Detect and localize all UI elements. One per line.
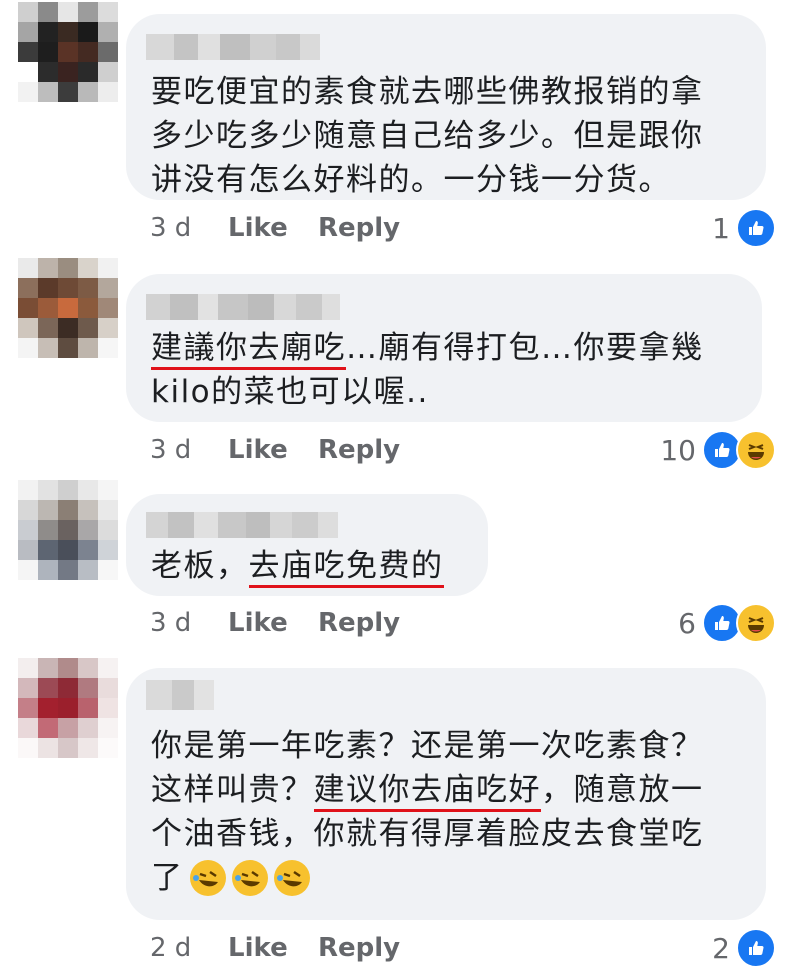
like-icon [736, 208, 776, 248]
rofl-emoji [273, 860, 310, 896]
like-button[interactable]: Like [228, 213, 318, 243]
haha-icon [736, 603, 776, 643]
reaction-count: 6 [678, 606, 696, 640]
reply-button[interactable]: Reply [318, 608, 400, 638]
comment-actions: 2 d Like Reply [150, 931, 400, 965]
like-button[interactable]: Like [228, 933, 318, 963]
reply-button[interactable]: Reply [318, 435, 400, 465]
reaction-summary[interactable]: 6 [678, 603, 776, 643]
blurred-author-name[interactable] [146, 294, 340, 320]
comment-text: 要吃便宜的素食就去哪些佛教报销的拿 多少吃多少随意自己给多少。但是跟你 讲没有怎… [151, 74, 704, 198]
reaction-summary[interactable]: 2 [712, 928, 776, 968]
like-button[interactable]: Like [228, 435, 318, 465]
rofl-emoji [231, 860, 268, 896]
comment-bubble: 老板，去庙吃免费的 [126, 494, 488, 596]
blurred-author-name[interactable] [146, 680, 214, 710]
reaction-count: 10 [660, 433, 696, 467]
underlined-phrase: 建議你去廟吃 [151, 330, 346, 370]
reaction-count: 2 [712, 931, 730, 965]
rofl-emoji [189, 860, 226, 896]
comment-timestamp[interactable]: 2 d [150, 933, 228, 963]
comment-actions: 3 d Like Reply [150, 433, 400, 467]
like-button[interactable]: Like [228, 608, 318, 638]
comment-timestamp[interactable]: 3 d [150, 213, 228, 243]
comment-bubble: 你是第一年吃素？还是第一次吃素食？ 这样叫贵？建议你去庙吃好，随意放一 个油香钱… [126, 668, 766, 920]
reaction-summary[interactable]: 10 [660, 430, 776, 470]
blurred-author-name[interactable] [146, 512, 338, 538]
reply-button[interactable]: Reply [318, 933, 400, 963]
underlined-phrase: 建议你去庙吃好 [313, 772, 541, 812]
reaction-summary[interactable]: 1 [712, 208, 776, 248]
comment-actions: 3 d Like Reply [150, 606, 400, 640]
haha-icon [736, 430, 776, 470]
comment-timestamp[interactable]: 3 d [150, 608, 228, 638]
comment-bubble: 建議你去廟吃…廟有得打包…你要拿幾 kilo的菜也可以喔.. [126, 274, 762, 422]
underlined-phrase: 去庙吃免费的 [248, 548, 444, 588]
comment-text: 你是第一年吃素？还是第一次吃素食？ 这样叫贵？建议你去庙吃好，随意放一 个油香钱… [151, 728, 704, 896]
comment-text: 老板，去庙吃免费的 [151, 544, 444, 588]
comment-timestamp[interactable]: 3 d [150, 435, 228, 465]
reply-button[interactable]: Reply [318, 213, 400, 243]
comment-text: 建議你去廟吃…廟有得打包…你要拿幾 kilo的菜也可以喔.. [151, 330, 704, 410]
comment-bubble: 要吃便宜的素食就去哪些佛教报销的拿 多少吃多少随意自己给多少。但是跟你 讲没有怎… [126, 14, 766, 200]
avatar[interactable] [18, 480, 118, 580]
avatar[interactable] [18, 658, 118, 758]
comment-actions: 3 d Like Reply [150, 211, 400, 245]
blurred-author-name[interactable] [146, 34, 320, 60]
reaction-count: 1 [712, 211, 730, 245]
like-icon [736, 928, 776, 968]
avatar[interactable] [18, 258, 118, 358]
avatar[interactable] [18, 2, 118, 102]
